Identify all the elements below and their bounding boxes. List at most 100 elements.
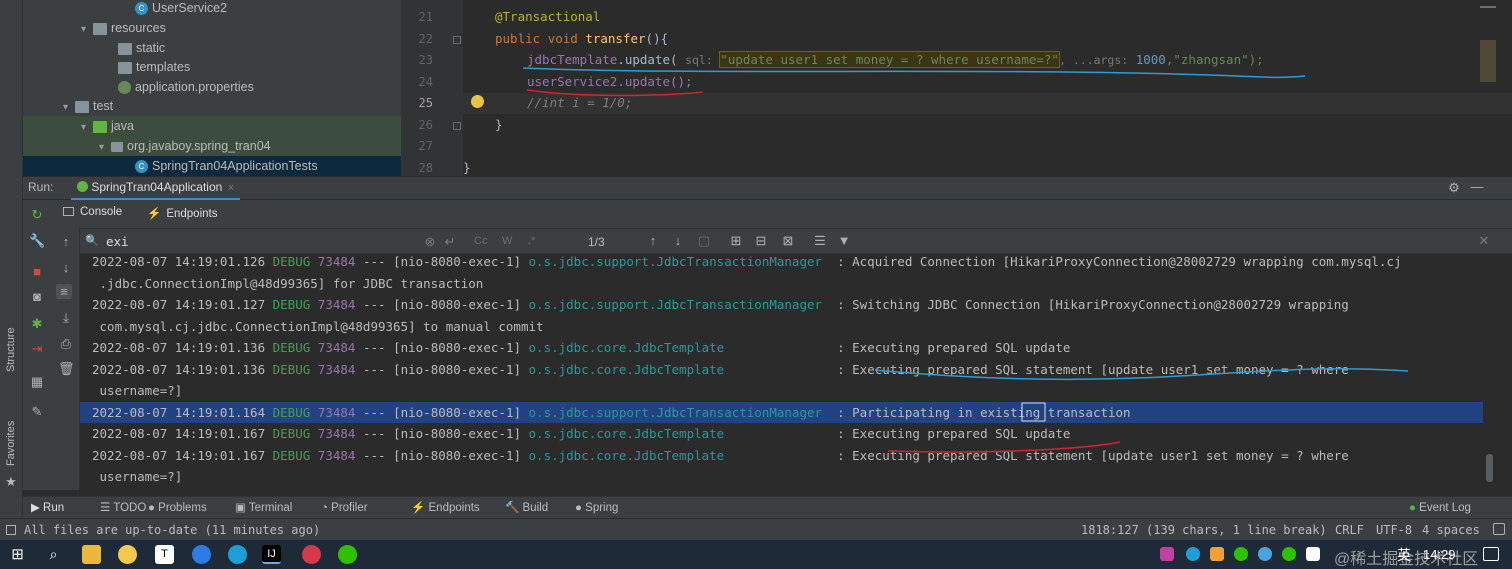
tree-item-static[interactable]: static [118, 38, 165, 58]
close-search-icon[interactable]: ✕ [1476, 233, 1492, 249]
regex-icon[interactable]: .* [528, 235, 535, 247]
tab-console[interactable]: Console [63, 206, 122, 218]
indent-setting[interactable]: 4 spaces [1422, 523, 1480, 537]
search-icon[interactable]: ⌕ [44, 545, 63, 564]
add-occurrence-icon[interactable]: ⊞ [728, 233, 744, 249]
tab-run-config[interactable]: SpringTran04Application × [71, 177, 241, 200]
clear-icon[interactable]: ⊗ [422, 234, 438, 250]
package-icon [111, 141, 123, 152]
tree-item-java[interactable]: ▾ java [23, 116, 401, 136]
favorites-tool-tab[interactable]: Favorites [5, 421, 17, 466]
camera-icon[interactable]: ◙ [29, 289, 45, 304]
arrow-up-icon[interactable]: ↑ [58, 234, 74, 249]
prev-match-icon[interactable]: ↑ [645, 233, 661, 248]
tree-item-package[interactable]: ▾ org.javaboy.spring_tran04 [23, 136, 401, 156]
tab-profiler[interactable]: ◔ Profiler [321, 500, 368, 516]
windows-start-icon[interactable]: ⊞ [8, 545, 27, 564]
chevron-down-icon[interactable]: ▾ [63, 98, 75, 118]
align-icon[interactable]: ☰ [812, 233, 828, 249]
star-icon[interactable]: ★ [3, 474, 19, 490]
tray-icon[interactable] [1160, 547, 1174, 561]
tree-item-templates[interactable]: templates [118, 57, 190, 77]
clock[interactable]: 14:29 [1423, 547, 1456, 562]
status-icon [6, 525, 16, 535]
file-explorer-icon[interactable] [82, 545, 101, 564]
scroll-end-icon[interactable]: ⤓ [58, 310, 74, 326]
tab-endpoints-tool[interactable]: ⚡ Endpoints [411, 500, 480, 516]
tab-spring[interactable]: ● Spring [575, 500, 618, 516]
tray-icon[interactable] [1258, 547, 1272, 561]
tray-icon[interactable] [1282, 547, 1296, 561]
folder-icon [118, 42, 132, 55]
tab-endpoints[interactable]: ⚡ Endpoints [147, 206, 217, 220]
chevron-down-icon[interactable]: ▾ [99, 138, 111, 158]
trash-icon[interactable]: 🗑 [58, 361, 75, 377]
wrench-icon[interactable]: 🔧 [29, 233, 45, 249]
lock-icon[interactable] [1493, 523, 1505, 535]
tree-item-application-properties[interactable]: application.properties [118, 77, 254, 97]
line-number: 25 [418, 96, 433, 110]
next-match-icon[interactable]: ↓ [670, 233, 686, 248]
soft-wrap-icon[interactable]: ≡ [56, 284, 72, 299]
regex-history-icon[interactable]: ↵ [442, 234, 458, 250]
search-input[interactable]: exi [106, 234, 129, 249]
words-icon[interactable]: W [502, 235, 512, 247]
bottom-tool-tabs: ▶ Run ☰ TODO ● Problems ▣ Terminal ◔ Pro… [23, 496, 1512, 518]
spring-icon [77, 181, 88, 193]
rerun-icon[interactable]: ↻ [29, 207, 45, 223]
file-encoding[interactable]: UTF-8 [1376, 523, 1412, 537]
print-icon[interactable]: ⎙ [58, 336, 74, 352]
app-icon-red[interactable] [302, 545, 321, 564]
filter-icon[interactable]: ▼ [836, 233, 852, 248]
tray-icon[interactable] [1210, 547, 1224, 561]
edge-icon[interactable] [228, 545, 247, 564]
select-all-icon[interactable]: ▢ [696, 233, 712, 249]
line-number: 21 [418, 10, 433, 24]
tab-todo[interactable]: ☰ TODO [100, 500, 146, 516]
line-separator[interactable]: CRLF [1335, 523, 1364, 537]
ime-indicator[interactable]: 英 [1397, 545, 1411, 565]
intellij-icon[interactable]: IJ [262, 545, 281, 564]
pin-icon[interactable]: ✎ [29, 404, 45, 420]
close-icon[interactable]: × [228, 182, 234, 194]
tray-icon[interactable] [1186, 547, 1200, 561]
tray-icon[interactable] [1306, 547, 1320, 561]
fold-icon[interactable] [453, 122, 461, 130]
tray-icon[interactable] [1234, 547, 1248, 561]
console-annotation-marks [874, 367, 1409, 453]
arrow-down-icon[interactable]: ↓ [58, 260, 74, 275]
browser-icon[interactable] [192, 545, 211, 564]
tree-item-resources[interactable]: ▾ resources [81, 18, 166, 38]
debug-icon[interactable]: ✱ [29, 316, 45, 332]
layout-icon[interactable]: ▦ [29, 374, 45, 390]
properties-file-icon [118, 81, 131, 95]
gear-icon[interactable]: ⚙ [1446, 180, 1462, 196]
app-icon[interactable] [118, 545, 137, 564]
filter-select-icon[interactable]: ⊠ [780, 233, 796, 249]
caret-position[interactable]: 1818:127 (139 chars, 1 line break) [1081, 523, 1327, 537]
class-icon: C [135, 160, 148, 174]
fold-icon[interactable] [453, 36, 461, 44]
chevron-down-icon[interactable]: ▾ [81, 20, 93, 40]
tree-item-userservice2[interactable]: C UserService2 [135, 0, 227, 18]
console-output[interactable]: 2022-08-07 14:19:01.126 DEBUG 73484 --- … [80, 254, 1483, 490]
tab-terminal[interactable]: ▣ Terminal [235, 500, 292, 516]
tab-run[interactable]: ▶ Run [31, 500, 64, 516]
code-editor[interactable]: @Transactional public void transfer(){ j… [463, 0, 1512, 176]
chevron-down-icon[interactable]: ▾ [81, 118, 93, 138]
tree-item-tests-class[interactable]: C SpringTran04ApplicationTests [23, 156, 401, 176]
tree-item-test[interactable]: ▾ test [63, 96, 113, 116]
console-scrollbar[interactable] [1483, 254, 1512, 490]
structure-tool-tab[interactable]: Structure [5, 327, 17, 372]
minimize-icon[interactable]: — [1469, 179, 1485, 194]
tab-build[interactable]: 🔨 Build [505, 500, 548, 516]
remove-occurrence-icon[interactable]: ⊟ [753, 233, 769, 249]
typora-icon[interactable]: T [155, 545, 174, 564]
match-case-icon[interactable]: Cc [474, 235, 487, 247]
wechat-icon[interactable] [338, 545, 357, 564]
event-log-button[interactable]: ● Event Log [1409, 500, 1471, 516]
stop-icon[interactable]: ■ [29, 264, 45, 279]
notification-icon[interactable] [1483, 547, 1499, 561]
tab-problems[interactable]: ● Problems [148, 500, 207, 516]
exit-icon[interactable]: ⇥ [29, 341, 45, 357]
